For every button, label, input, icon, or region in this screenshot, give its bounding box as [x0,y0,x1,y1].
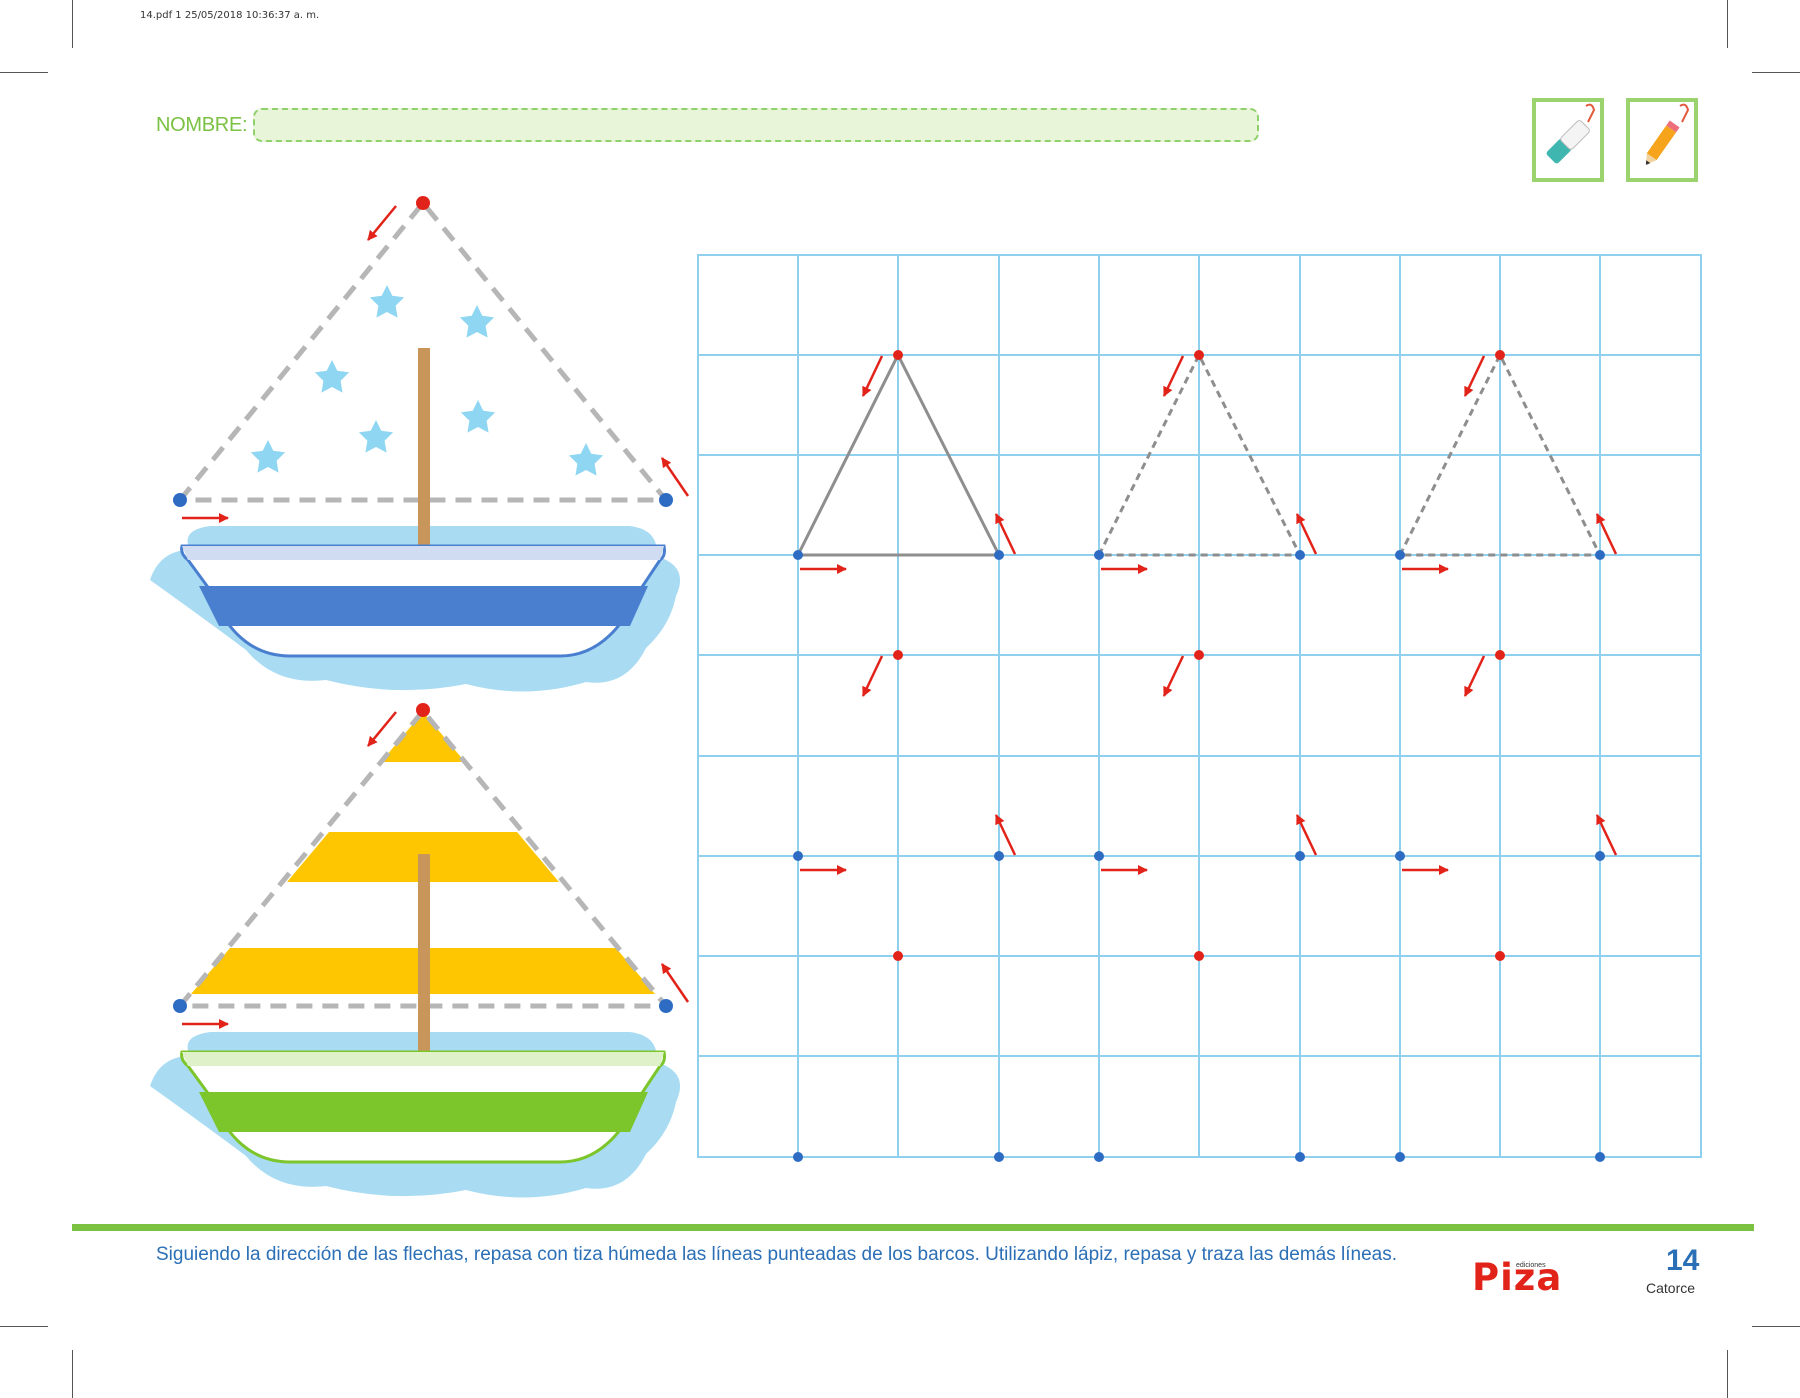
hull-stripe [199,1092,648,1132]
footer-rule [72,1224,1754,1231]
arrow-icon [660,457,690,497]
hull-rim [182,546,664,560]
dot-blue [173,999,187,1013]
hull-rim [182,1052,664,1066]
hull-stripe [199,586,648,626]
dot-blue [659,493,673,507]
star-icon [358,420,394,453]
star-icon [369,285,405,318]
star-icon [250,440,286,473]
direction-arrows [800,355,1618,875]
tracing-grid [697,254,1702,1158]
arrow-icon [660,963,690,1003]
star-icon [314,360,350,393]
start-dot-red [416,703,430,717]
page-word: Catorce [1646,1280,1696,1296]
arrow-icon [1162,655,1185,697]
start-dot-red [416,196,430,210]
dot-blue [173,493,187,507]
instruction-text: Siguiendo la dirección de las flechas, r… [156,1244,1397,1265]
worksheet-canvas [150,196,1702,1198]
arrow-icon [367,205,397,241]
mast [418,348,430,548]
boat-stars [150,196,690,692]
arrow-icon [1463,655,1486,697]
star-icon [568,443,604,476]
arrow-icon [367,711,397,747]
arrow-icon [861,655,884,697]
boat-stripes [150,703,690,1198]
brand-logo: Piza [1472,1256,1563,1299]
page-number: 14 [1666,1244,1700,1277]
star-icon [460,400,496,433]
mast [418,854,430,1054]
dot-blue [659,999,673,1013]
star-icon [459,305,495,338]
